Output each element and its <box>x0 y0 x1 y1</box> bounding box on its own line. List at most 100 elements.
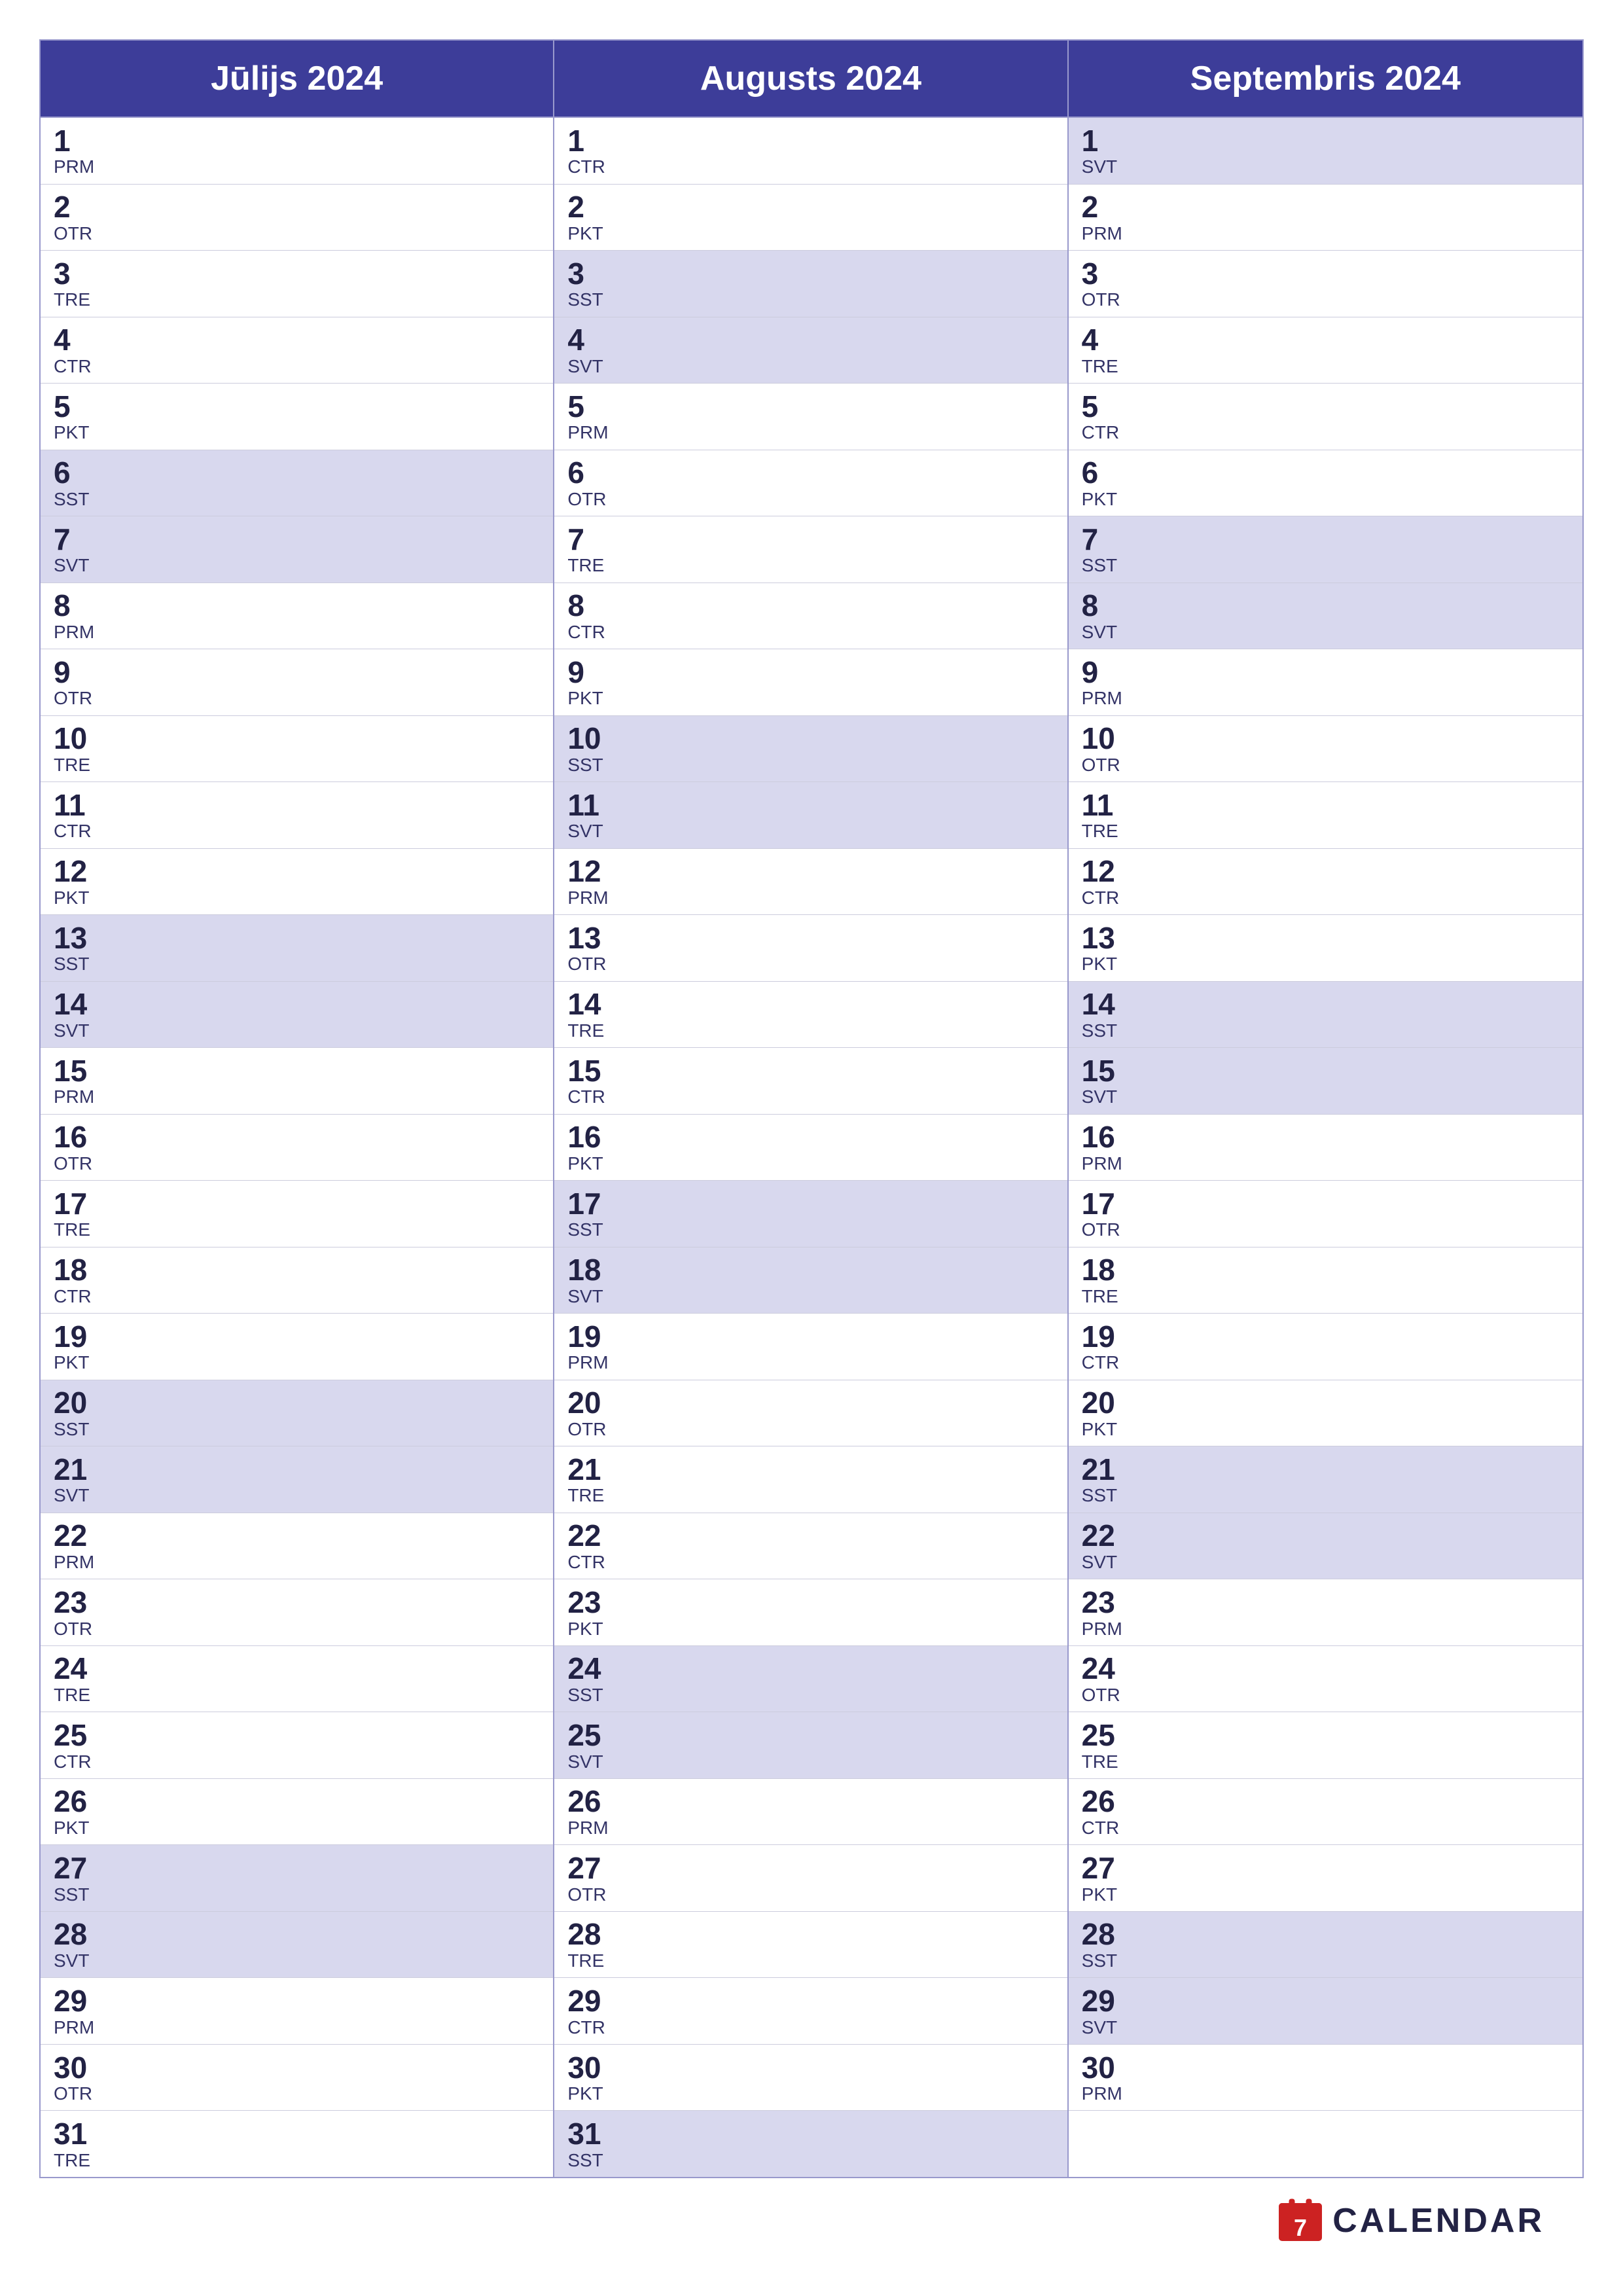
day-row: 24OTR <box>1069 1646 1582 1713</box>
day-abbr: PRM <box>1082 224 1569 244</box>
day-abbr: SVT <box>567 1287 1054 1307</box>
day-abbr: SVT <box>567 821 1054 842</box>
day-abbr: TRE <box>567 1021 1054 1041</box>
day-row: 21TRE <box>554 1446 1067 1513</box>
day-row: 25CTR <box>41 1712 553 1779</box>
day-number: 16 <box>1082 1121 1569 1154</box>
day-number: 31 <box>54 2117 540 2151</box>
day-abbr: PRM <box>54 1552 540 1573</box>
day-abbr: CTR <box>1082 1353 1569 1373</box>
day-abbr: TRE <box>54 1685 540 1706</box>
day-abbr: CTR <box>54 1287 540 1307</box>
day-row: 30OTR <box>41 2045 553 2111</box>
day-abbr: PKT <box>1082 1420 1569 1440</box>
day-number: 1 <box>1082 124 1569 158</box>
day-row: 9PKT <box>554 649 1067 716</box>
day-row: 13OTR <box>554 915 1067 982</box>
day-abbr: TRE <box>1082 1752 1569 1772</box>
day-row: 31SST <box>554 2111 1067 2177</box>
day-abbr: SST <box>1082 556 1569 576</box>
day-row: 9OTR <box>41 649 553 716</box>
day-abbr: PKT <box>567 2084 1054 2104</box>
day-row: 16OTR <box>41 1115 553 1181</box>
day-number: 29 <box>54 1984 540 2018</box>
day-number: 22 <box>567 1519 1054 1552</box>
day-abbr: OTR <box>1082 755 1569 776</box>
day-row: 23OTR <box>41 1579 553 1646</box>
day-row: 7SST <box>1069 516 1582 583</box>
day-number: 14 <box>1082 988 1569 1021</box>
day-row: 17TRE <box>41 1181 553 1247</box>
day-number: 9 <box>1082 656 1569 689</box>
day-abbr: OTR <box>1082 1685 1569 1706</box>
day-row: 21SVT <box>41 1446 553 1513</box>
day-abbr: OTR <box>567 490 1054 510</box>
day-number: 11 <box>54 789 540 822</box>
day-row: 12CTR <box>1069 849 1582 916</box>
day-row: 15SVT <box>1069 1048 1582 1115</box>
day-abbr: TRE <box>1082 357 1569 377</box>
day-abbr: PKT <box>1082 490 1569 510</box>
day-row: 11TRE <box>1069 782 1582 849</box>
day-abbr: SVT <box>1082 157 1569 177</box>
day-row: 8SVT <box>1069 583 1582 650</box>
day-number: 12 <box>567 855 1054 888</box>
footer-calendar-text: CALENDAR <box>1332 2201 1544 2240</box>
day-row: 30PKT <box>554 2045 1067 2111</box>
day-row: 1PRM <box>41 118 553 185</box>
day-row: 22SVT <box>1069 1513 1582 1580</box>
day-row: 1CTR <box>554 118 1067 185</box>
day-abbr: PKT <box>1082 1885 1569 1905</box>
day-row: 28SST <box>1069 1912 1582 1979</box>
day-number: 28 <box>54 1918 540 1951</box>
day-number: 30 <box>54 2051 540 2085</box>
day-number: 24 <box>567 1652 1054 1685</box>
day-row: 16PRM <box>1069 1115 1582 1181</box>
day-row: 9PRM <box>1069 649 1582 716</box>
day-abbr: OTR <box>567 1420 1054 1440</box>
day-row: 23PKT <box>554 1579 1067 1646</box>
day-abbr: PKT <box>54 1818 540 1839</box>
day-row: 10TRE <box>41 716 553 783</box>
day-abbr: TRE <box>1082 821 1569 842</box>
day-abbr: PKT <box>567 1154 1054 1174</box>
day-number: 26 <box>54 1785 540 1818</box>
day-number: 11 <box>567 789 1054 822</box>
day-row: 18SVT <box>554 1247 1067 1314</box>
day-number: 7 <box>54 523 540 556</box>
day-rows-0: 1PRM2OTR3TRE4CTR5PKT6SST7SVT8PRM9OTR10TR… <box>41 118 553 2177</box>
day-abbr: CTR <box>54 357 540 377</box>
footer-logo: 7 CALENDAR <box>1277 2198 1544 2244</box>
day-number: 25 <box>54 1719 540 1752</box>
day-row: 28TRE <box>554 1912 1067 1979</box>
day-abbr: PKT <box>54 888 540 908</box>
day-abbr: SST <box>54 490 540 510</box>
day-row: 27SST <box>41 1845 553 1912</box>
day-row: 19PRM <box>554 1314 1067 1380</box>
day-row: 28SVT <box>41 1912 553 1979</box>
day-abbr: SVT <box>1082 1087 1569 1107</box>
day-abbr: SST <box>567 2151 1054 2171</box>
day-row: 18TRE <box>1069 1247 1582 1314</box>
day-number: 5 <box>567 390 1054 423</box>
day-row: 2PRM <box>1069 185 1582 251</box>
day-abbr: PRM <box>567 1353 1054 1373</box>
day-number: 28 <box>567 1918 1054 1951</box>
day-abbr: PRM <box>54 2018 540 2038</box>
day-number: 23 <box>1082 1586 1569 1619</box>
day-abbr: SST <box>1082 1951 1569 1971</box>
day-abbr: TRE <box>54 290 540 310</box>
day-row: 5CTR <box>1069 384 1582 450</box>
month-column-0: Jūlijs 20241PRM2OTR3TRE4CTR5PKT6SST7SVT8… <box>41 41 554 2177</box>
day-number: 7 <box>567 523 1054 556</box>
day-abbr: CTR <box>1082 888 1569 908</box>
day-row: 4TRE <box>1069 317 1582 384</box>
day-number: 5 <box>54 390 540 423</box>
day-row: 3SST <box>554 251 1067 317</box>
day-number: 14 <box>54 988 540 1021</box>
day-abbr: PKT <box>567 224 1054 244</box>
day-rows-1: 1CTR2PKT3SST4SVT5PRM6OTR7TRE8CTR9PKT10SS… <box>554 118 1067 2177</box>
day-number: 29 <box>567 1984 1054 2018</box>
day-number: 22 <box>1082 1519 1569 1552</box>
day-row: 13SST <box>41 915 553 982</box>
